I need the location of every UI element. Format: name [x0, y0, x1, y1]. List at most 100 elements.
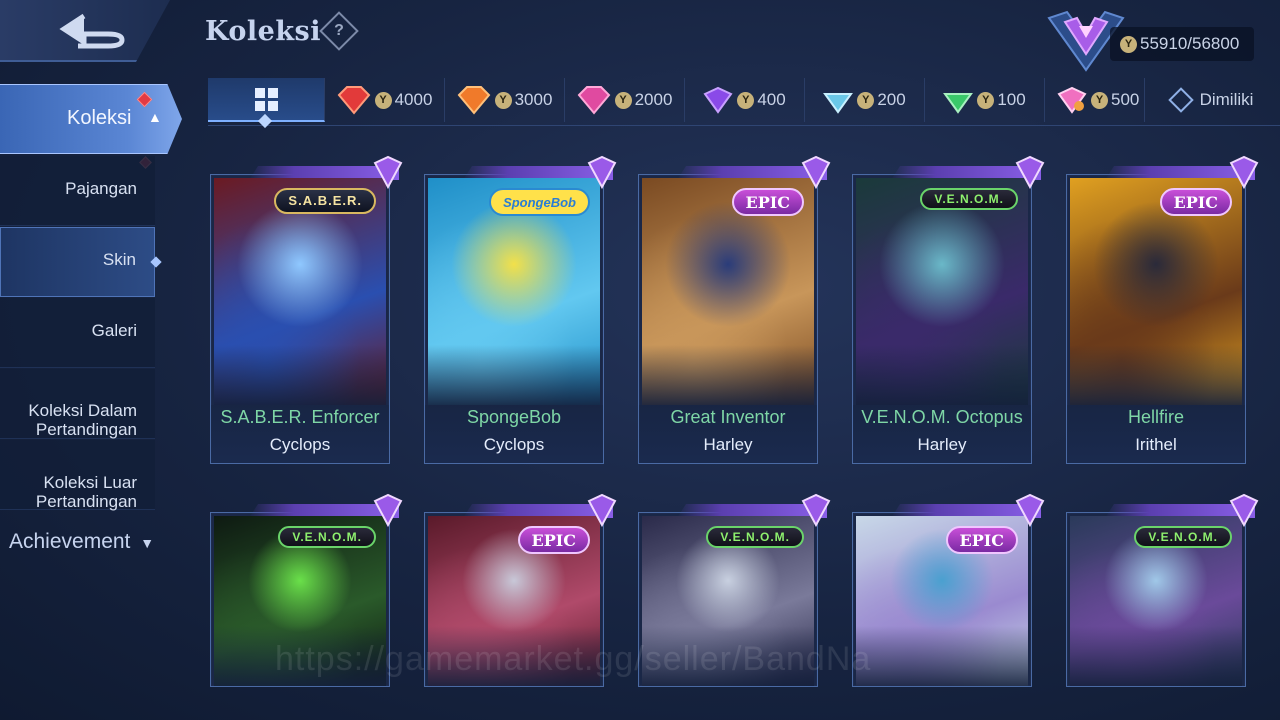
tab-value: 2000 — [634, 90, 673, 109]
tab-value: 100 — [997, 90, 1026, 109]
skin-artwork: S.A.B.E.R. — [214, 178, 386, 405]
tab-tier-2000[interactable]: Y 2000 — [565, 78, 685, 122]
rarity-gem-icon — [1229, 493, 1259, 527]
sidebar-item-label: Koleksi Luar Pertandingan — [35, 473, 137, 511]
sidebar-achievement[interactable]: Achievement ▼ — [9, 530, 154, 554]
tab-tier-400[interactable]: Y 400 — [685, 78, 805, 122]
chevron-up-icon: ▲ — [148, 109, 162, 125]
rarity-gem-icon — [587, 493, 617, 527]
tab-tier-100[interactable]: Y 100 — [925, 78, 1045, 122]
coin-icon: Y — [737, 91, 755, 109]
rarity-gem-icon — [587, 155, 617, 189]
tab-value: 4000 — [394, 90, 433, 109]
back-button[interactable] — [0, 0, 170, 62]
skin-name: Hellfire — [1127, 407, 1184, 427]
sidebar-item-koleksi-dalam[interactable]: Koleksi Dalam Pertandingan — [0, 369, 155, 439]
collection-points: Y 55910/56800 — [1110, 27, 1254, 61]
skin-card[interactable]: S.A.B.E.R. S.A.B.E.R. Enforcer Cyclops — [210, 155, 403, 464]
skin-name: SpongeBob — [466, 407, 562, 427]
chevron-down-icon: ▼ — [140, 535, 155, 551]
purple-gem-icon — [703, 86, 733, 114]
rarity-gem-icon — [801, 493, 831, 527]
rarity-gem-icon — [373, 155, 403, 189]
hero-name: Harley — [703, 435, 753, 454]
sidebar-item-koleksi-luar[interactable]: Koleksi Luar Pertandingan — [0, 440, 155, 511]
hero-name: Cyclops — [269, 435, 331, 454]
hero-name: Harley — [917, 435, 967, 454]
venom-badge: V.E.N.O.M. — [920, 188, 1018, 210]
tab-label: Dimiliki — [1199, 90, 1254, 109]
points-coin-icon: Y — [1120, 35, 1137, 53]
pink-gem-icon — [577, 86, 610, 115]
achievement-label: Achievement — [9, 530, 131, 553]
skin-card[interactable]: V.E.N.O.M. — [1066, 493, 1259, 687]
sidebar-item-koleksi[interactable]: Koleksi ▲ — [0, 84, 182, 154]
green-gem-icon — [943, 93, 974, 114]
venom-badge: V.E.N.O.M. — [706, 526, 804, 548]
tab-value: 400 — [757, 90, 786, 109]
tab-value: 3000 — [514, 90, 553, 109]
skin-artwork: V.E.N.O.M. — [1070, 516, 1242, 686]
coin-icon: Y — [977, 91, 995, 109]
points-value: 55910/56800 — [1140, 34, 1240, 53]
saber-badge: S.A.B.E.R. — [274, 188, 376, 214]
epic-badge: EPIC — [1159, 188, 1232, 216]
help-glyph: ? — [334, 22, 344, 39]
grid-icon — [254, 87, 278, 111]
tab-tier-500[interactable]: Y 500 — [1045, 78, 1145, 122]
owned-diamond-icon — [1167, 87, 1194, 113]
tab-tier-3000[interactable]: Y 3000 — [445, 78, 565, 122]
rarity-gem-icon — [373, 493, 403, 527]
coin-icon: Y — [494, 91, 512, 109]
skin-artwork: EPIC — [856, 516, 1028, 686]
back-arrow-icon — [59, 13, 125, 49]
help-icon[interactable]: ? — [319, 11, 359, 51]
tab-owned[interactable]: Dimiliki — [1145, 78, 1280, 122]
skin-card[interactable]: EPIC — [852, 493, 1045, 687]
skin-card[interactable]: EPIC Great Inventor Harley — [638, 155, 831, 464]
tab-active-caret — [257, 113, 273, 129]
sidebar-item-skin[interactable]: Skin — [0, 227, 155, 297]
tab-tier-4000[interactable]: Y 4000 — [325, 78, 445, 122]
rarity-gem-icon — [1015, 155, 1045, 189]
skin-artwork: V.E.N.O.M. — [856, 178, 1028, 405]
cyan-gem-icon — [823, 93, 854, 114]
sidebar-item-pajangan[interactable]: Pajangan — [0, 156, 155, 226]
coin-icon: Y — [857, 91, 875, 109]
hero-name: Irithel — [1135, 435, 1177, 454]
tab-all[interactable] — [208, 78, 325, 129]
tab-tier-200[interactable]: Y 200 — [805, 78, 925, 122]
red-gem-icon — [337, 86, 370, 115]
skin-name: Great Inventor — [670, 407, 786, 427]
tab-value: 200 — [877, 90, 906, 109]
tab-value: 500 — [1111, 90, 1140, 109]
hero-name: Cyclops — [483, 435, 545, 454]
venom-badge: V.E.N.O.M. — [278, 526, 376, 548]
orange-gem-icon — [457, 86, 490, 115]
venom-badge: V.E.N.O.M. — [1134, 526, 1232, 548]
skin-name: S.A.B.E.R. Enforcer — [220, 407, 380, 427]
skin-card[interactable]: SpongeBob SpongeBob Cyclops — [424, 155, 617, 464]
sidebar-item-label: Galeri — [91, 321, 137, 340]
rarity-gem-icon — [801, 155, 831, 189]
price-filter-tabs: Y 4000 Y 3000 Y 2000 Y 400 Y 200 Y 100 Y 500 Di… — [208, 78, 1280, 129]
epic-badge: EPIC — [731, 188, 804, 216]
sponge-badge: SpongeBob — [489, 188, 590, 216]
skin-artwork: SpongeBob — [428, 178, 600, 405]
epic-badge: EPIC — [945, 526, 1018, 554]
skin-artwork: EPIC — [1070, 178, 1242, 405]
sidebar: Koleksi ▲ Pajangan Skin Galeri Koleksi D… — [0, 84, 185, 684]
epic-badge: EPIC — [517, 526, 590, 554]
sidebar-main-label: Koleksi — [67, 107, 132, 129]
skin-card[interactable]: EPIC Hellfire Irithel — [1066, 155, 1259, 464]
sidebar-item-label: Koleksi Dalam Pertandingan — [28, 401, 137, 439]
top-bar: Koleksi ? Y 55910/56800 — [0, 0, 1280, 72]
skin-name: V.E.N.O.M. Octopus — [861, 407, 1023, 427]
coin-icon: Y — [374, 91, 392, 109]
coin-icon: Y — [614, 91, 632, 109]
coin-icon: Y — [1091, 91, 1108, 109]
skin-card[interactable]: V.E.N.O.M. V.E.N.O.M. Octopus Harley — [852, 155, 1045, 464]
page-title: Koleksi — [205, 16, 321, 47]
sidebar-item-galeri[interactable]: Galeri — [0, 298, 155, 368]
skin-artwork: EPIC — [642, 178, 814, 405]
